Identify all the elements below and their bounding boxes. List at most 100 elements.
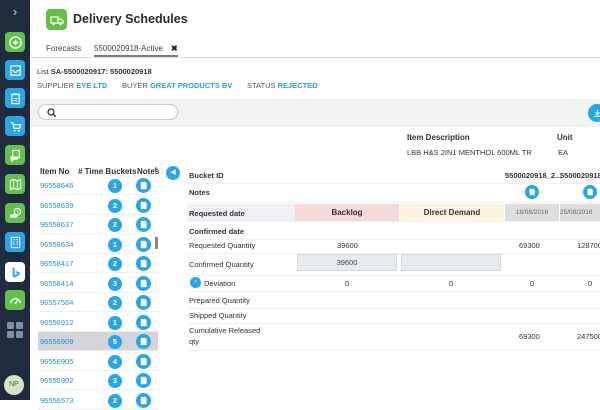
note-icon xyxy=(139,259,148,268)
item-description-value: LBB H&S 2IN1 MENTHOL 600ML TR xyxy=(407,148,532,157)
item-number-link[interactable]: 96558639 xyxy=(40,201,73,210)
schedule-meta: SUPPLIER EYE LTD · BUYER GREAT PRODUCTS … xyxy=(37,81,318,90)
plus-icon[interactable] xyxy=(5,32,25,52)
download-button[interactable] xyxy=(588,104,600,122)
confirmed-qty-row: Confirmed Quantity 39600 xyxy=(187,252,600,276)
item-number-link[interactable]: 96556573 xyxy=(40,396,73,405)
item-number-link[interactable]: 96556905 xyxy=(40,357,73,366)
note-icon xyxy=(139,279,148,288)
table-row[interactable]: 96558637 2 xyxy=(38,215,158,234)
time-bucket-count-badge: 1 xyxy=(108,238,122,252)
confirmed-qty-direct-input[interactable] xyxy=(401,254,501,271)
cart-icon[interactable] xyxy=(5,116,25,136)
deviation-date2: 0 xyxy=(588,279,592,288)
time-bucket-count-badge: 2 xyxy=(108,218,122,232)
table-row[interactable]: 965569023 xyxy=(38,371,158,390)
gauge-icon[interactable] xyxy=(5,290,25,310)
note-button[interactable] xyxy=(136,354,151,369)
item-number-link[interactable]: 96556909 xyxy=(40,337,73,346)
tab-forecasts[interactable]: Forecasts xyxy=(46,44,81,53)
scrollbar[interactable] xyxy=(155,176,158,400)
table-row[interactable]: 965569054 xyxy=(38,352,158,371)
note-icon xyxy=(528,188,536,196)
note-button[interactable] xyxy=(136,393,151,408)
note-icon xyxy=(139,240,148,249)
table-row[interactable]: 96556912 1 xyxy=(38,313,158,332)
time-bucket-count-badge: 1 xyxy=(108,179,122,193)
avatar[interactable]: NP xyxy=(4,375,24,395)
table-row[interactable]: 96558646 1 xyxy=(38,176,158,195)
table-row[interactable]: 965569095 xyxy=(38,332,158,351)
schedule-truck-icon[interactable] xyxy=(5,203,25,223)
item-number-link[interactable]: 96558417 xyxy=(40,259,73,268)
item-number-link[interactable]: 96558637 xyxy=(40,220,73,229)
bing-icon[interactable] xyxy=(5,262,25,282)
schedule-grid: Bucket ID 5500020918_2... 5500020918_2..… xyxy=(187,166,600,356)
requested-qty-label: Requested Quantity xyxy=(189,241,255,250)
note-button[interactable] xyxy=(136,178,151,193)
page-header: Delivery Schedules xyxy=(30,0,600,38)
note-button[interactable] xyxy=(136,198,151,213)
item-number-link[interactable]: 96558414 xyxy=(40,279,73,288)
note-icon xyxy=(139,357,148,366)
bucket-note-button-2[interactable] xyxy=(583,185,597,199)
tab-active-schedule[interactable]: 5500020918-Active ✖ xyxy=(94,44,178,57)
item-number-link[interactable]: 96556912 xyxy=(40,318,73,327)
note-icon xyxy=(139,298,148,307)
note-button[interactable] xyxy=(136,276,151,291)
confirmed-qty-backlog-input[interactable]: 39600 xyxy=(297,254,397,271)
tab-bar: Forecasts 5500020918-Active ✖ xyxy=(30,40,600,58)
clipboard-icon[interactable] xyxy=(5,88,25,108)
map-icon[interactable] xyxy=(5,174,25,194)
table-row[interactable]: 96558417 2 xyxy=(38,254,158,273)
table-row[interactable]: 965565732 xyxy=(38,391,158,410)
time-bucket-count-badge: 2 xyxy=(108,199,122,213)
scroll-up-icon[interactable]: ▲ xyxy=(153,166,159,172)
note-button[interactable] xyxy=(136,334,151,349)
expand-deviation-icon[interactable]: › xyxy=(190,277,201,288)
note-button[interactable] xyxy=(136,295,151,310)
building-icon[interactable] xyxy=(5,232,25,252)
note-button[interactable] xyxy=(136,237,151,252)
close-tab-icon[interactable]: ✖ xyxy=(171,44,178,53)
table-row[interactable]: 96558634 1 xyxy=(38,235,158,254)
inbox-icon[interactable] xyxy=(5,60,25,80)
notes-label: Notes xyxy=(189,188,210,197)
collapse-panel-button[interactable]: ◀ xyxy=(166,166,180,180)
notes-row: Notes xyxy=(187,183,600,203)
time-bucket-count-badge: 1 xyxy=(108,316,122,330)
deviation-backlog: 0 xyxy=(345,279,349,288)
date-column-header-2: 25/08/2016 xyxy=(560,204,600,221)
bucket-id-label: Bucket ID xyxy=(189,171,224,180)
scrollbar-thumb[interactable] xyxy=(155,237,158,249)
buyer-value[interactable]: GREAT PRODUCTS BV xyxy=(150,81,232,90)
apps-grid-icon[interactable] xyxy=(7,322,23,338)
table-row[interactable]: 96558639 2 xyxy=(38,196,158,215)
supplier-value[interactable]: EYE LTD xyxy=(76,81,107,90)
table-row[interactable]: 965575842 xyxy=(38,293,158,312)
expand-sidebar-icon[interactable]: › xyxy=(0,0,30,24)
tab-active-schedule-label: 5500020918-Active xyxy=(94,44,163,53)
cum-released-label-qty: qty xyxy=(189,337,199,346)
note-button[interactable] xyxy=(136,217,151,232)
time-buckets-header[interactable]: # Time Buckets xyxy=(78,167,137,176)
item-number-link[interactable]: 96556902 xyxy=(40,376,73,385)
delivery-truck-icon xyxy=(46,9,67,30)
item-number-link[interactable]: 96558646 xyxy=(40,181,73,190)
time-bucket-count-badge: 2 xyxy=(108,257,122,271)
item-description-header: Item Description xyxy=(407,133,470,142)
bucket-note-button-1[interactable] xyxy=(525,185,539,199)
requested-qty-date1: 69300 xyxy=(519,241,540,250)
item-number-link[interactable]: 96557584 xyxy=(40,298,73,307)
bucket-id-row: Bucket ID 5500020918_2... 5500020918_2..… xyxy=(187,166,600,184)
note-button[interactable] xyxy=(136,256,151,271)
note-button[interactable] xyxy=(136,315,151,330)
item-number-link[interactable]: 96558634 xyxy=(40,240,73,249)
truck-doc-icon[interactable] xyxy=(5,145,25,165)
search-input[interactable] xyxy=(38,104,178,120)
item-no-header[interactable]: Item No xyxy=(40,167,69,176)
confirmed-qty-label: Confirmed Quantity xyxy=(189,260,254,269)
table-row[interactable]: 965584143 xyxy=(38,274,158,293)
note-button[interactable] xyxy=(136,373,151,388)
shipped-qty-row: Shipped Quantity xyxy=(187,306,600,324)
